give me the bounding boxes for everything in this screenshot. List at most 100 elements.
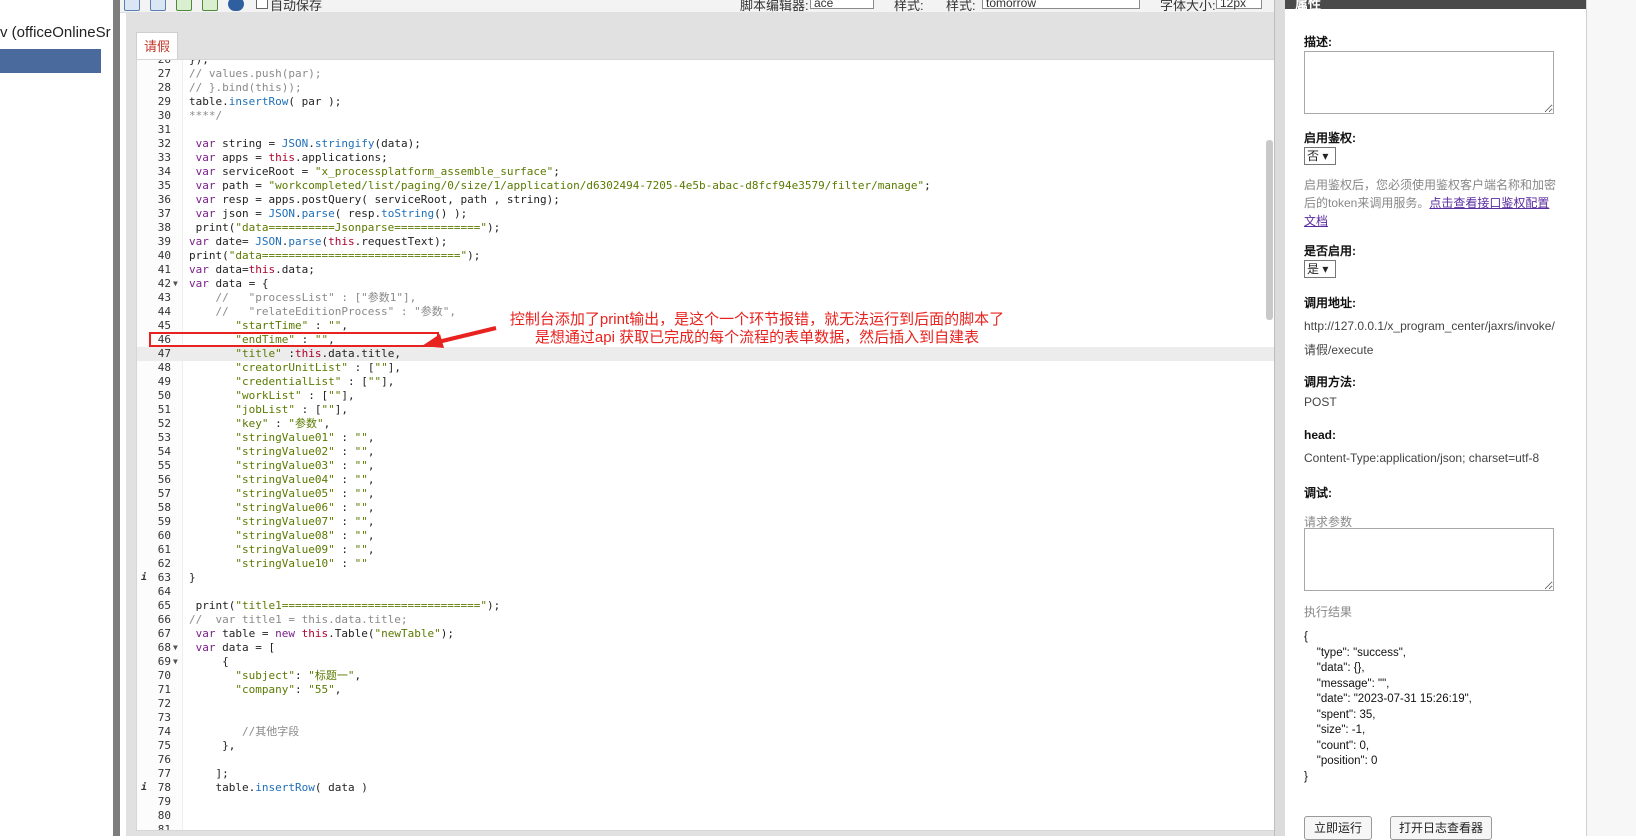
code-text[interactable]: var apps = this.applications; xyxy=(189,151,388,165)
code-text[interactable]: "creatorUnitList" : [""], xyxy=(189,361,401,375)
code-text[interactable]: //其他字段 xyxy=(189,725,299,739)
code-line[interactable]: 70 "subject": "标题一", xyxy=(137,669,1317,683)
code-text[interactable]: "credentialList" : [""], xyxy=(189,375,394,389)
code-text[interactable]: "jobList" : [""], xyxy=(189,403,348,417)
code-line[interactable]: 38 print("data==========Jsonparse=======… xyxy=(137,221,1317,235)
code-text[interactable]: "key" : "参数", xyxy=(189,417,330,431)
code-text[interactable]: var json = JSON.parse( resp.toString() )… xyxy=(189,207,468,221)
code-line[interactable]: 28 // }.bind(this)); xyxy=(137,81,1317,95)
code-text[interactable]: table.insertRow( data ) xyxy=(189,781,367,795)
code-text[interactable]: { xyxy=(189,655,229,669)
code-line[interactable]: 65 print("title1========================… xyxy=(137,599,1317,613)
code-line[interactable]: 75 }, xyxy=(137,739,1317,753)
code-line[interactable]: 42 ▼ var data = { xyxy=(137,277,1317,291)
code-text[interactable]: "company": "55", xyxy=(189,683,341,697)
tab-document[interactable]: 请假 xyxy=(136,32,178,61)
code-text[interactable]: var data=this.data; xyxy=(189,263,315,277)
code-line[interactable]: 50 "workList" : [""], xyxy=(137,389,1317,403)
code-text[interactable]: "stringValue05" : "", xyxy=(189,487,374,501)
code-line[interactable]: 27 // values.push(par); xyxy=(137,67,1317,81)
code-text[interactable]: var date= JSON.parse(this.requestText); xyxy=(189,235,447,249)
code-line[interactable]: 58 "stringValue06" : "", xyxy=(137,501,1317,515)
editor-frame-scrollbar[interactable] xyxy=(1266,140,1273,320)
code-line[interactable]: 69 ▼ { xyxy=(137,655,1317,669)
code-text[interactable]: var string = JSON.stringify(data); xyxy=(189,137,421,151)
font-size-select[interactable]: 12px xyxy=(1216,0,1262,10)
code-line[interactable]: 47 "title" :this.data.title, xyxy=(137,347,1317,361)
code-text[interactable]: } xyxy=(189,571,196,585)
code-text[interactable]: "stringValue03" : "", xyxy=(189,459,374,473)
editor-type-select[interactable]: ace xyxy=(810,0,874,10)
code-text[interactable]: print("title1===========================… xyxy=(189,599,501,613)
theme-select[interactable]: tomorrow xyxy=(982,0,1140,10)
description-textarea[interactable] xyxy=(1304,51,1554,114)
fold-toggle-icon[interactable]: ▼ xyxy=(173,655,178,669)
code-line[interactable]: 71 "company": "55", xyxy=(137,683,1317,697)
code-line[interactable]: 40 print("data===========================… xyxy=(137,249,1317,263)
code-line[interactable]: 55 "stringValue03" : "", xyxy=(137,459,1317,473)
code-text[interactable]: var serviceRoot = "x_processplatform_ass… xyxy=(189,165,560,179)
code-line[interactable]: 26}); xyxy=(137,60,1317,67)
code-text[interactable]: "subject": "标题一", xyxy=(189,669,361,683)
code-line[interactable]: 74 //其他字段 xyxy=(137,725,1317,739)
code-line[interactable]: 32 var string = JSON.stringify(data); xyxy=(137,137,1317,151)
open-log-viewer-button[interactable]: 打开日志查看器 xyxy=(1390,816,1492,840)
code-line[interactable]: 34 var serviceRoot = "x_processplatform_… xyxy=(137,165,1317,179)
code-text[interactable]: // "processList" : ["参数1"], xyxy=(189,291,416,305)
code-line[interactable]: 36 var resp = apps.postQuery( serviceRoo… xyxy=(137,193,1317,207)
code-text[interactable]: "stringValue01" : "", xyxy=(189,431,374,445)
code-line[interactable]: 37 var json = JSON.parse( resp.toString(… xyxy=(137,207,1317,221)
code-text[interactable]: print("data==========Jsonparse==========… xyxy=(189,221,501,235)
code-text[interactable]: "stringValue10" : "" xyxy=(189,557,367,571)
code-line[interactable]: 33 var apps = this.applications; xyxy=(137,151,1317,165)
code-line[interactable]: 51 "jobList" : [""], xyxy=(137,403,1317,417)
code-line[interactable]: 81 xyxy=(137,823,1317,830)
code-editor[interactable]: 26}); 27// values.push(par); 28// }.bind(t… xyxy=(136,59,1327,831)
export-icon[interactable] xyxy=(202,0,218,11)
code-text[interactable]: // var title1 = this.data.title; xyxy=(189,613,408,627)
code-text[interactable]: "stringValue02" : "", xyxy=(189,445,374,459)
code-line[interactable]: 60 "stringValue08" : "", xyxy=(137,529,1317,543)
code-text[interactable]: // values.push(par); xyxy=(189,67,321,81)
code-line[interactable]: i 78 table.insertRow( data ) xyxy=(137,781,1317,795)
code-text[interactable]: ****/ xyxy=(189,109,222,123)
code-line[interactable]: 76 xyxy=(137,753,1317,767)
code-line[interactable]: 73 xyxy=(137,711,1317,725)
code-line[interactable]: 56 "stringValue04" : "", xyxy=(137,473,1317,487)
code-lines[interactable]: 26}); 27// values.push(par); 28// }.bind(t… xyxy=(137,60,1317,830)
code-line[interactable]: 31 xyxy=(137,123,1317,137)
params-textarea[interactable] xyxy=(1304,528,1554,591)
code-line[interactable]: 48 "creatorUnitList" : [""], xyxy=(137,361,1317,375)
code-text[interactable]: "workList" : [""], xyxy=(189,389,354,403)
fold-toggle-icon[interactable]: ▼ xyxy=(173,641,178,655)
left-selected-item[interactable] xyxy=(0,49,101,73)
enabled-select[interactable]: 是 ▾ xyxy=(1304,260,1336,278)
code-text[interactable]: var data = { xyxy=(189,277,268,291)
fold-toggle-icon[interactable]: ▼ xyxy=(173,277,178,291)
code-line[interactable]: 62 "stringValue10" : "" xyxy=(137,557,1317,571)
code-text[interactable]: ]; xyxy=(189,767,228,781)
code-line[interactable]: 66 // var title1 = this.data.title; xyxy=(137,613,1317,627)
code-line[interactable]: 39 var date= JSON.parse(this.requestText)… xyxy=(137,235,1317,249)
save-icon[interactable] xyxy=(124,0,140,11)
code-line[interactable]: 29 table.insertRow( par ); xyxy=(137,95,1317,109)
auth-select[interactable]: 否 ▾ xyxy=(1304,147,1336,165)
code-line[interactable]: 53 "stringValue01" : "", xyxy=(137,431,1317,445)
code-line[interactable]: 49 "credentialList" : [""], xyxy=(137,375,1317,389)
code-line[interactable]: 59 "stringValue07" : "", xyxy=(137,515,1317,529)
code-text[interactable]: "stringValue09" : "", xyxy=(189,543,374,557)
left-splitter[interactable] xyxy=(113,0,120,836)
code-text[interactable]: var data = [ xyxy=(189,641,275,655)
code-line[interactable]: i 63} xyxy=(137,571,1317,585)
code-line[interactable]: 54 "stringValue02" : "", xyxy=(137,445,1317,459)
code-line[interactable]: 41 var data=this.data; xyxy=(137,263,1317,277)
code-text[interactable]: var resp = apps.postQuery( serviceRoot, … xyxy=(189,193,560,207)
run-button[interactable]: 立即运行 xyxy=(1304,816,1372,840)
code-text[interactable]: "title" :this.data.title, xyxy=(189,347,401,361)
code-line[interactable]: 30 ****/ xyxy=(137,109,1317,123)
code-line[interactable]: 67 var table = new this.Table("newTable"… xyxy=(137,627,1317,641)
code-text[interactable]: "stringValue06" : "", xyxy=(189,501,374,515)
help-icon[interactable] xyxy=(228,0,244,11)
code-text[interactable]: table.insertRow( par ); xyxy=(189,95,341,109)
autosave-checkbox[interactable] xyxy=(256,0,268,9)
